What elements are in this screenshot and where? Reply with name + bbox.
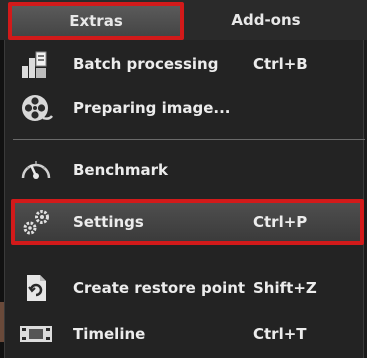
gears-icon (23, 210, 49, 235)
timeline-icon (20, 326, 52, 342)
menu-item-create-restore-point[interactable]: Create restore point Shift+Z (13, 266, 365, 310)
menu-item-settings[interactable]: Settings Ctrl+P (11, 199, 364, 245)
restore-point-icon (27, 275, 46, 301)
menu-item-label: Settings (73, 213, 144, 231)
menu-item-shortcut: Ctrl+B (253, 55, 308, 73)
speedometer-icon (21, 161, 51, 179)
extras-dropdown-menu: Batch processing Ctrl+B Preparing image.… (4, 40, 365, 358)
menu-item-label: Timeline (73, 325, 146, 343)
menu-tab-add-ons[interactable]: Add-ons (186, 0, 346, 40)
menu-bar: Extras Add-ons (0, 0, 367, 40)
menu-tab-extras-label: Extras (69, 12, 123, 30)
menu-item-label: Preparing image... (73, 99, 231, 117)
menu-item-label: Benchmark (73, 161, 168, 179)
batch-processing-icon (22, 51, 47, 78)
menu-tab-extras[interactable]: Extras (8, 2, 184, 40)
menu-item-shortcut: Ctrl+T (253, 325, 307, 343)
menu-item-shortcut: Ctrl+P (253, 213, 308, 231)
menu-item-benchmark[interactable]: Benchmark (13, 148, 365, 192)
menu-tab-add-ons-label: Add-ons (231, 11, 301, 29)
menu-item-shortcut: Shift+Z (253, 279, 317, 297)
menu-separator (13, 139, 365, 140)
menu-item-timeline[interactable]: Timeline Ctrl+T (13, 312, 365, 356)
film-reel-icon (22, 95, 53, 121)
menu-item-label: Create restore point (73, 279, 246, 297)
menu-item-label: Batch processing (73, 55, 219, 73)
menu-item-preparing-image[interactable]: Preparing image... (13, 86, 365, 130)
menu-item-batch-processing[interactable]: Batch processing Ctrl+B (13, 42, 365, 86)
